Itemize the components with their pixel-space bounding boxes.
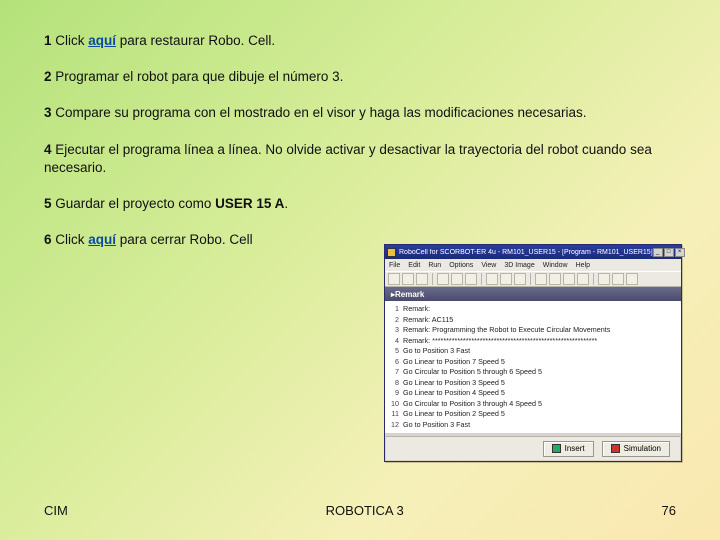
menu-window[interactable]: Window [543, 262, 568, 269]
tool-stop-icon[interactable] [514, 273, 526, 285]
footer-center: ROBOTICA 3 [326, 503, 404, 518]
step-5-num: 5 [44, 196, 52, 211]
slide-footer: CIM ROBOTICA 3 76 [0, 503, 720, 518]
listing-row[interactable]: 2Remark: AC115 [389, 315, 677, 326]
menu-3d[interactable]: 3D Image [504, 262, 534, 269]
toolbar [385, 271, 681, 287]
insert-button[interactable]: Insert [543, 441, 594, 457]
menu-file[interactable]: File [389, 262, 400, 269]
listing-row[interactable]: 4Remark: *******************************… [389, 336, 677, 347]
tool-3d-icon[interactable] [563, 273, 575, 285]
tool-teach-icon[interactable] [549, 273, 561, 285]
listing-row[interactable]: 11Go Linear to Position 2 Speed 5 [389, 409, 677, 420]
maximize-icon[interactable]: □ [664, 248, 674, 257]
tool-copy-icon[interactable] [451, 273, 463, 285]
simulation-icon [611, 444, 620, 453]
tool-c-icon[interactable] [626, 273, 638, 285]
listing-row[interactable]: 8Go Linear to Position 3 Speed 5 [389, 378, 677, 389]
tool-cut-icon[interactable] [437, 273, 449, 285]
listing-row[interactable]: 1Remark: [389, 304, 677, 315]
step-1: 1 Click aquí para restaurar Robo. Cell. [44, 32, 676, 50]
tool-new-icon[interactable] [388, 273, 400, 285]
tool-grip-icon[interactable] [577, 273, 589, 285]
menu-view[interactable]: View [481, 262, 496, 269]
section-header: ▸ Remark [385, 287, 681, 301]
window-title: RoboCell for SCORBOT-ER 4u - RM101_USER1… [399, 249, 653, 256]
titlebar: RoboCell for SCORBOT-ER 4u - RM101_USER1… [385, 245, 681, 259]
listing-row[interactable]: 3Remark: Programming the Robot to Execut… [389, 325, 677, 336]
listing-row[interactable]: 6Go Linear to Position 7 Speed 5 [389, 357, 677, 368]
listing-row[interactable]: 10Go Circular to Position 3 through 4 Sp… [389, 399, 677, 410]
menu-edit[interactable]: Edit [408, 262, 420, 269]
menubar: File Edit Run Options View 3D Image Wind… [385, 259, 681, 271]
step-2-num: 2 [44, 69, 52, 84]
tool-step-icon[interactable] [500, 273, 512, 285]
tool-home-icon[interactable] [535, 273, 547, 285]
step-6-num: 6 [44, 232, 52, 247]
menu-options[interactable]: Options [449, 262, 473, 269]
listing-row[interactable]: 7Go Circular to Position 5 through 6 Spe… [389, 367, 677, 378]
robocell-window: RoboCell for SCORBOT-ER 4u - RM101_USER1… [384, 244, 682, 462]
tool-paste-icon[interactable] [465, 273, 477, 285]
link-restore[interactable]: aquí [88, 33, 116, 48]
step-4: 4 Ejecutar el programa línea a línea. No… [44, 141, 676, 177]
insert-icon [552, 444, 561, 453]
listing-row[interactable]: 5Go to Position 3 Fast [389, 346, 677, 357]
section-label: Remark [395, 290, 424, 299]
menu-run[interactable]: Run [428, 262, 441, 269]
step-2: 2 Programar el robot para que dibuje el … [44, 68, 676, 86]
link-close[interactable]: aquí [88, 232, 116, 247]
listing-row[interactable]: 12Go to Position 3 Fast [389, 420, 677, 431]
toolbar-sep [432, 273, 433, 285]
tool-open-icon[interactable] [402, 273, 414, 285]
project-name: USER 15 A [215, 196, 284, 211]
toolbar-sep [481, 273, 482, 285]
toolbar-sep [593, 273, 594, 285]
footer-page: 76 [662, 503, 676, 518]
footer-left: CIM [44, 503, 68, 518]
minimize-icon[interactable]: _ [653, 248, 663, 257]
step-1-num: 1 [44, 33, 52, 48]
program-listing: 1Remark: 2Remark: AC115 3Remark: Program… [385, 301, 681, 433]
menu-help[interactable]: Help [576, 262, 590, 269]
bottom-bar: Insert Simulation [386, 436, 680, 460]
step-5: 5 Guardar el proyecto como USER 15 A. [44, 195, 676, 213]
step-3: 3 Compare su programa con el mostrado en… [44, 104, 676, 122]
step-4-num: 4 [44, 142, 52, 157]
toolbar-sep [530, 273, 531, 285]
close-icon[interactable]: × [675, 248, 685, 257]
tool-a-icon[interactable] [598, 273, 610, 285]
step-3-num: 3 [44, 105, 52, 120]
tool-run-icon[interactable] [486, 273, 498, 285]
simulation-button[interactable]: Simulation [602, 441, 670, 457]
tool-save-icon[interactable] [416, 273, 428, 285]
app-icon [387, 248, 396, 257]
tool-b-icon[interactable] [612, 273, 624, 285]
listing-row[interactable]: 9Go Linear to Position 4 Speed 5 [389, 388, 677, 399]
